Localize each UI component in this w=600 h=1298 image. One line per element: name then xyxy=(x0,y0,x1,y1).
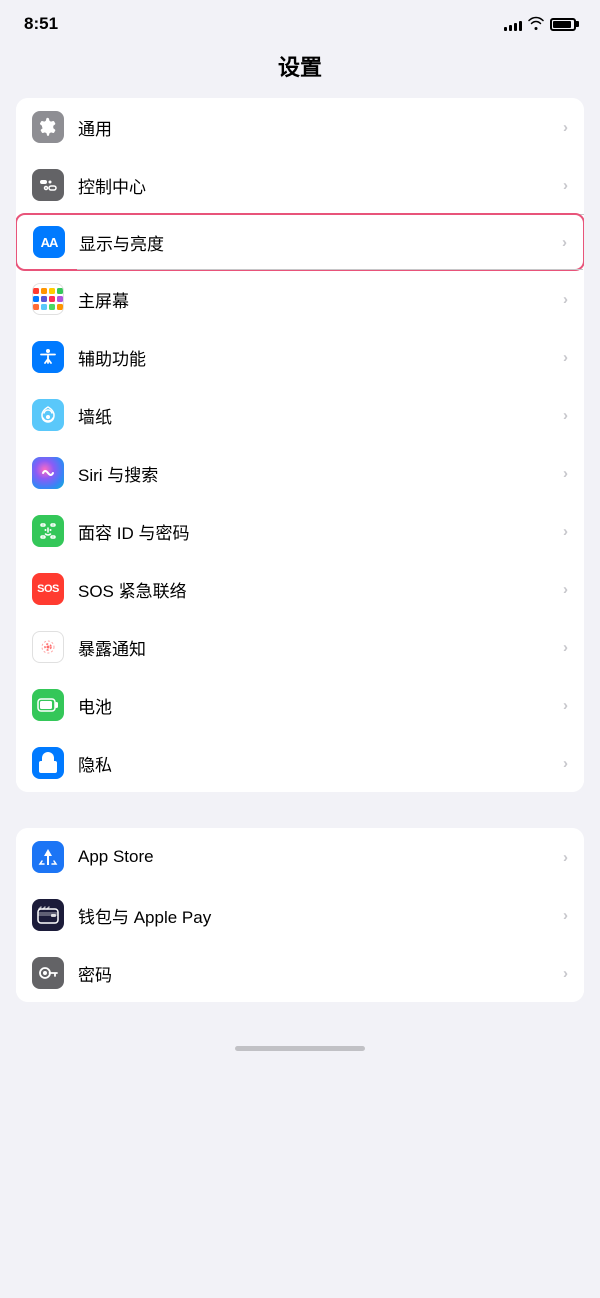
toggle-icon xyxy=(32,169,64,201)
battery-settings-icon xyxy=(32,689,64,721)
settings-row-home-screen[interactable]: 主屏幕 › xyxy=(16,270,584,328)
settings-row-display[interactable]: AA 显示与亮度 › xyxy=(16,213,584,271)
settings-row-control-center[interactable]: 控制中心 › xyxy=(16,156,584,214)
chevron-icon: › xyxy=(563,349,568,366)
chevron-icon: › xyxy=(563,639,568,656)
chevron-icon: › xyxy=(562,234,567,251)
home-indicator-area xyxy=(0,1038,600,1063)
settings-row-privacy[interactable]: 隐私 › xyxy=(16,734,584,792)
section-apps: App Store › 钱包与 Apple Pay › 密码 xyxy=(16,828,584,1002)
control-center-label: 控制中心 xyxy=(78,173,563,198)
settings-row-wallet[interactable]: 钱包与 Apple Pay › xyxy=(16,886,584,944)
settings-row-accessibility[interactable]: 辅助功能 › xyxy=(16,328,584,386)
settings-row-battery[interactable]: 电池 › xyxy=(16,676,584,734)
gear-icon xyxy=(32,111,64,143)
status-icons xyxy=(504,16,576,33)
signal-bar-3 xyxy=(514,23,517,31)
exposure-icon xyxy=(32,631,64,663)
appstore-icon xyxy=(32,841,64,873)
battery-fill xyxy=(553,21,571,28)
settings-row-appstore[interactable]: App Store › xyxy=(16,828,584,886)
siri-icon xyxy=(32,457,64,489)
wifi-icon xyxy=(528,16,544,33)
wallpaper-label: 墙纸 xyxy=(78,403,563,428)
accessibility-label: 辅助功能 xyxy=(78,345,563,370)
signal-bar-2 xyxy=(509,25,512,31)
settings-row-sos[interactable]: SOS SOS 紧急联络 › xyxy=(16,560,584,618)
display-icon: AA xyxy=(33,226,65,258)
signal-icon xyxy=(504,17,522,31)
home-indicator xyxy=(235,1046,365,1051)
faceid-label: 面容 ID 与密码 xyxy=(78,519,563,544)
settings-row-passwords[interactable]: 密码 › xyxy=(16,944,584,1002)
key-icon xyxy=(32,957,64,989)
section-system: 通用 › 控制中心 › AA 显示与亮度 › xyxy=(16,98,584,792)
chevron-icon: › xyxy=(563,965,568,982)
display-label: 显示与亮度 xyxy=(79,230,562,255)
general-label: 通用 xyxy=(78,115,563,140)
settings-row-general[interactable]: 通用 › xyxy=(16,98,584,156)
chevron-icon: › xyxy=(563,177,568,194)
chevron-icon: › xyxy=(563,907,568,924)
page-title-bar: 设置 xyxy=(0,42,600,98)
settings-row-wallpaper[interactable]: 墙纸 › xyxy=(16,386,584,444)
wallet-icon xyxy=(32,899,64,931)
chevron-icon: › xyxy=(563,581,568,598)
chevron-icon: › xyxy=(563,291,568,308)
sos-icon: SOS xyxy=(32,573,64,605)
appstore-label: App Store xyxy=(78,847,563,867)
chevron-icon: › xyxy=(563,119,568,136)
homescreen-icon xyxy=(32,283,64,315)
page-title: 设置 xyxy=(278,55,322,80)
faceid-icon xyxy=(32,515,64,547)
wallpaper-icon xyxy=(32,399,64,431)
exposure-label: 暴露通知 xyxy=(78,635,563,660)
chevron-icon: › xyxy=(563,407,568,424)
status-bar: 8:51 xyxy=(0,0,600,42)
chevron-icon: › xyxy=(563,465,568,482)
signal-bar-1 xyxy=(504,27,507,31)
siri-label: Siri 与搜索 xyxy=(78,461,563,486)
privacy-label: 隐私 xyxy=(78,751,563,776)
settings-row-faceid[interactable]: 面容 ID 与密码 › xyxy=(16,502,584,560)
chevron-icon: › xyxy=(563,849,568,866)
sos-label: SOS 紧急联络 xyxy=(78,577,563,602)
battery-label: 电池 xyxy=(78,693,563,718)
chevron-icon: › xyxy=(563,523,568,540)
passwords-label: 密码 xyxy=(78,961,563,986)
home-screen-label: 主屏幕 xyxy=(78,287,563,312)
signal-bar-4 xyxy=(519,21,522,31)
settings-row-exposure[interactable]: 暴露通知 › xyxy=(16,618,584,676)
chevron-icon: › xyxy=(563,755,568,772)
chevron-icon: › xyxy=(563,697,568,714)
privacy-icon xyxy=(32,747,64,779)
battery-icon xyxy=(550,18,576,31)
status-time: 8:51 xyxy=(24,14,58,34)
settings-row-siri[interactable]: Siri 与搜索 › xyxy=(16,444,584,502)
accessibility-icon xyxy=(32,341,64,373)
wallet-label: 钱包与 Apple Pay xyxy=(78,903,563,928)
